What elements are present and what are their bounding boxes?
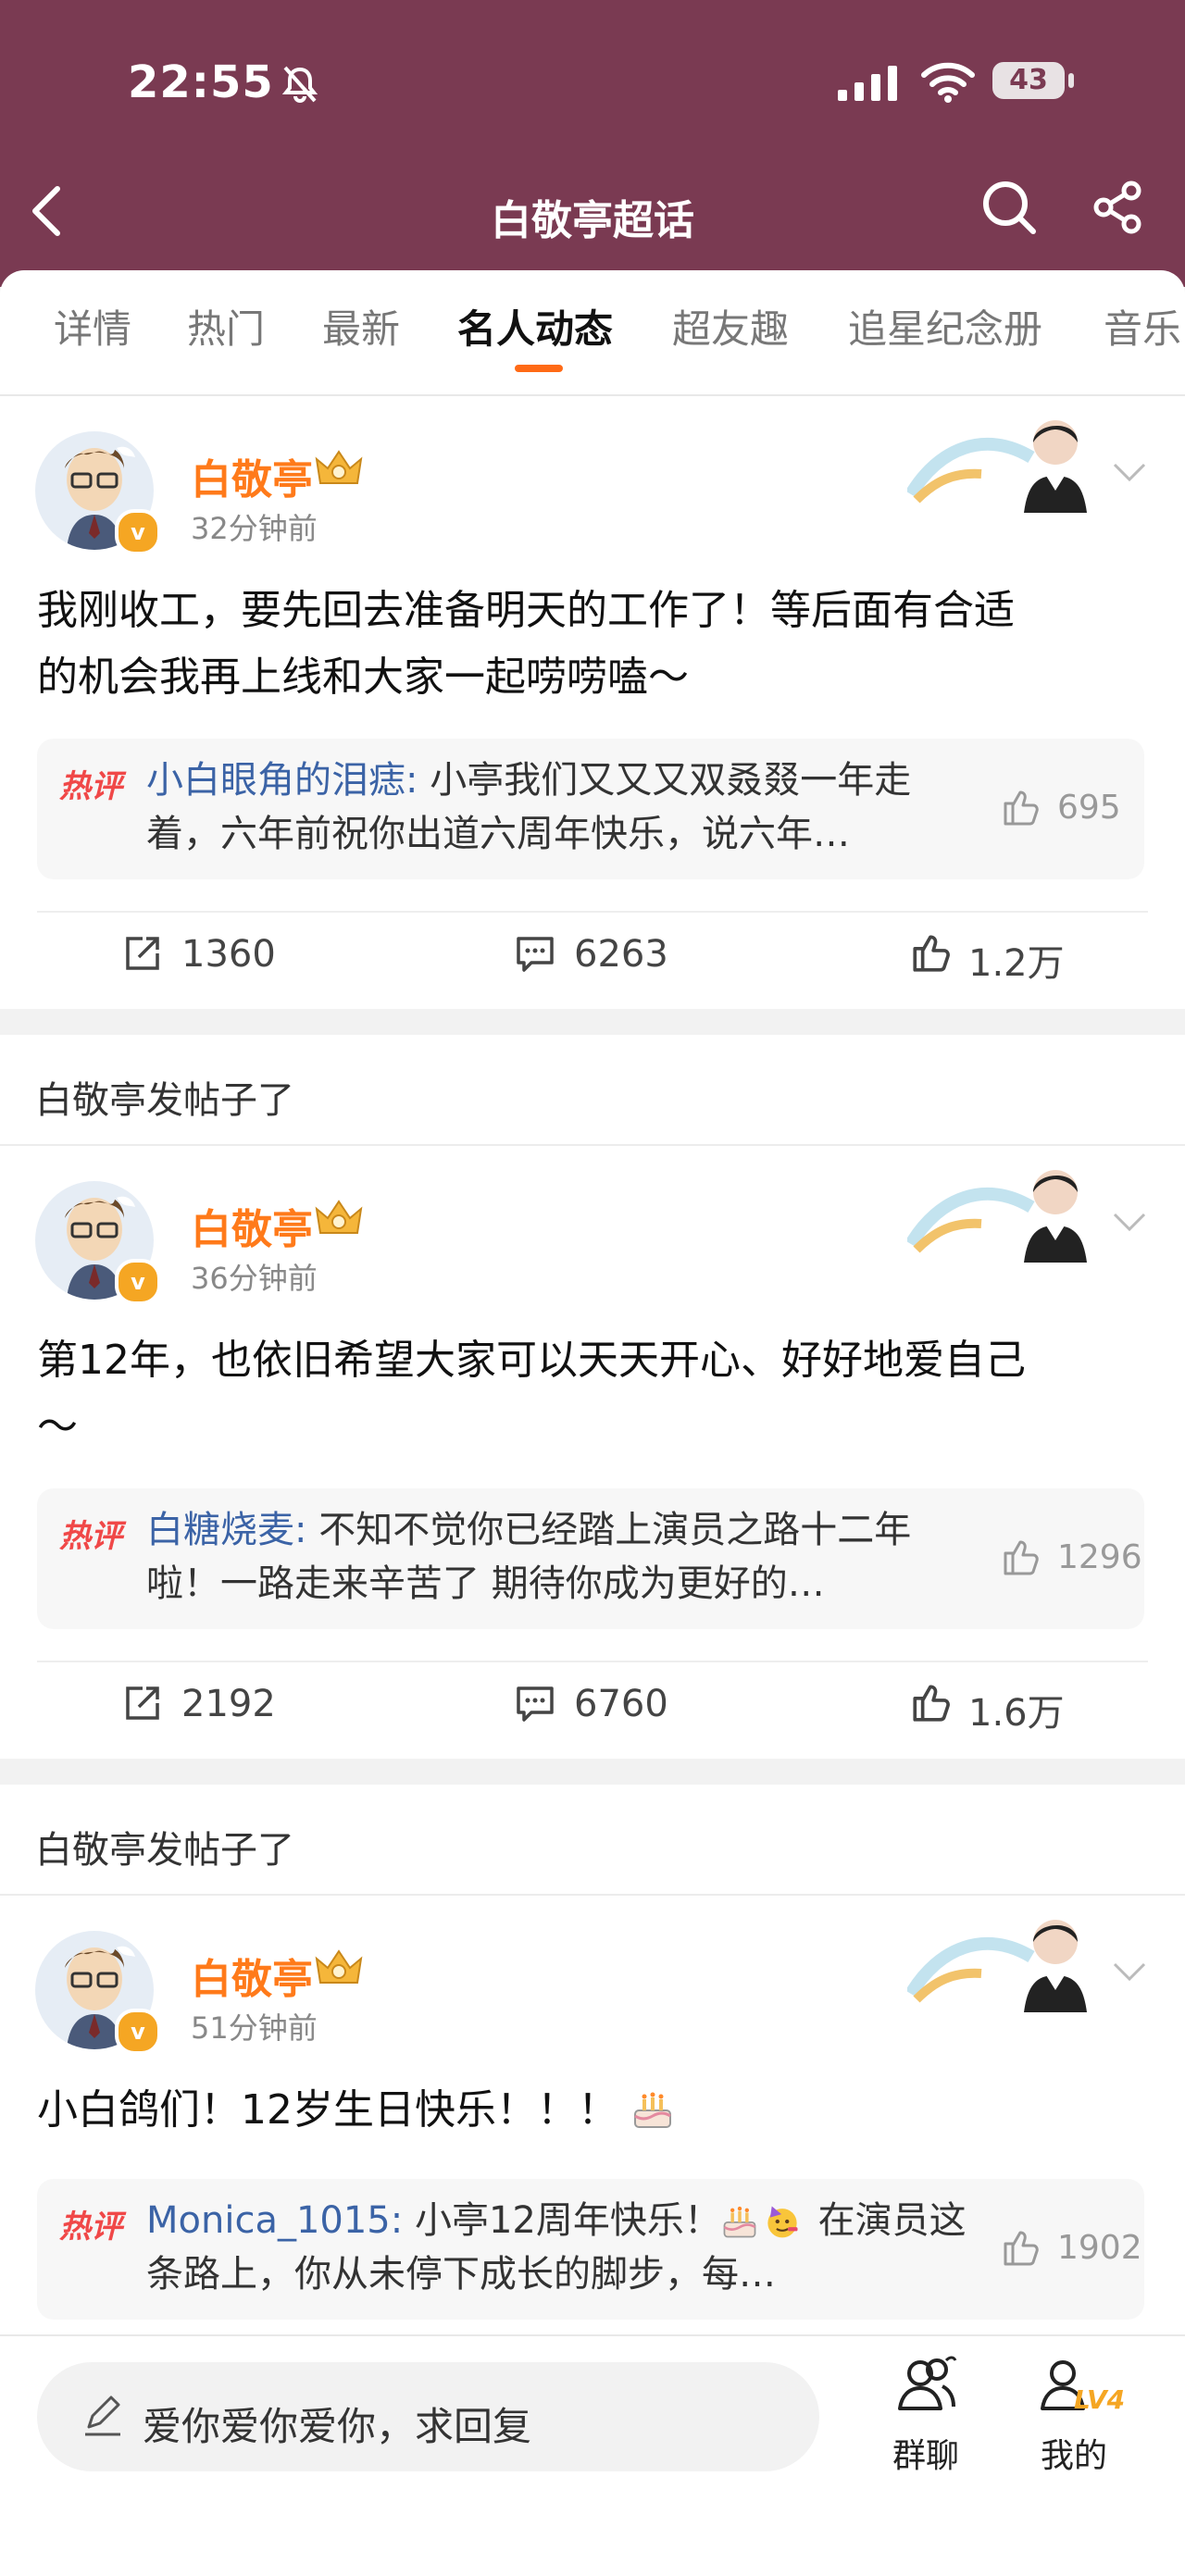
battery-tip	[1068, 73, 1074, 88]
section-label-text: 白敬亭发帖子了	[35, 1829, 294, 1872]
tab-hot[interactable]: 热门	[187, 298, 265, 355]
comment-icon[interactable]	[515, 933, 555, 977]
status-bar: 22:55 43	[0, 51, 1185, 125]
status-time: 22:55	[128, 56, 274, 108]
tab-music[interactable]: 音乐	[1104, 298, 1181, 355]
party-face-icon	[764, 2201, 806, 2244]
tab-details[interactable]: 详情	[54, 298, 131, 355]
crown-badge-icon[interactable]	[313, 448, 365, 492]
repost-count[interactable]: 2192	[181, 1683, 276, 1725]
reply-placeholder: 爱你爱你爱你，求回复	[143, 2404, 532, 2449]
tab-latest[interactable]: 最新	[322, 298, 400, 355]
bottom-bar: 爱你爱你爱你，求回复 群聊 LV4 我的	[0, 2334, 1185, 2576]
crown-badge-icon[interactable]	[313, 1198, 365, 1242]
group-chat-label[interactable]: 群聊	[892, 2429, 959, 2477]
post-text: 小白鸽们！12岁生日快乐！！！	[37, 2077, 1157, 2144]
post-time: 51分钟前	[191, 2010, 318, 2046]
tab-fan-album[interactable]: 追星纪念册	[848, 298, 1042, 355]
hot-comment-user[interactable]: 小白眼角的泪痣:	[146, 759, 418, 802]
author-name[interactable]: 白敬亭	[191, 1196, 313, 1255]
like-icon[interactable]	[909, 1681, 952, 1727]
hot-comment-like-count: 1902	[1057, 2229, 1142, 2267]
hot-comment[interactable]: 热评 白糖烧麦: 不知不觉你已经踏上演员之路十二年啦！一路走来辛苦了 期待你成为…	[37, 1488, 1144, 1629]
hot-comment[interactable]: 热评 小白眼角的泪痣: 小亭我们又又又双叒叕一年走着，六年前祝你出道六周年快乐，…	[37, 739, 1144, 879]
hot-comment-text: Monica_1015: 小亭12周年快乐！ 在演员这条路上，你从未停下成长的脚…	[146, 2194, 979, 2301]
group-chat-button[interactable]	[889, 2353, 963, 2421]
post-card: v 白敬亭 36分钟前 第12年，也依旧希望大家可以天天开心、好好地爱自己 ～ …	[0, 1146, 1185, 1759]
post-text-line: 第12年，也依旧希望大家可以天天开心、好好地爱自己	[37, 1337, 1026, 1384]
post-text: 第12年，也依旧希望大家可以天天开心、好好地爱自己 ～	[37, 1327, 1157, 1461]
hot-comment-user[interactable]: Monica_1015:	[146, 2199, 403, 2242]
post-card: v 白敬亭 51分钟前 小白鸽们！12岁生日快乐！！！ 热评 Monica_10…	[0, 1896, 1185, 2340]
mute-bell-icon	[280, 64, 320, 108]
share-icon[interactable]	[1091, 180, 1146, 239]
author-name[interactable]: 白敬亭	[191, 446, 313, 505]
decoration-card-icon[interactable]	[904, 1161, 1092, 1266]
post-text-line: 小白鸽们！12岁生日快乐！！！	[37, 2086, 618, 2134]
verified-badge-icon: v	[115, 1259, 161, 1305]
hot-comment-tag: 热评	[59, 1518, 122, 1555]
post-text-line: 的机会我再上线和大家一起唠唠嗑～	[37, 653, 689, 701]
chevron-down-icon[interactable]	[1111, 1211, 1148, 1237]
thumbs-up-icon[interactable]	[1000, 2227, 1041, 2271]
verified-badge-icon: v	[115, 509, 161, 555]
profile-label[interactable]: 我的	[1041, 2429, 1107, 2477]
cellular-signal-icon	[838, 64, 899, 105]
post-time: 36分钟前	[191, 1261, 318, 1296]
search-icon[interactable]	[979, 178, 1039, 241]
post-time: 32分钟前	[191, 511, 318, 546]
hot-comment-like-count: 695	[1057, 789, 1121, 827]
hot-comment[interactable]: 热评 Monica_1015: 小亭12周年快乐！ 在演员这条路上，你从未停下成…	[37, 2179, 1144, 2320]
topic-tabs: 详情 热门 最新 名人动态 超友趣 追星纪念册 音乐	[0, 270, 1185, 396]
hot-comment-tag: 热评	[59, 768, 122, 805]
hot-comment-text: 白糖烧麦: 不知不觉你已经踏上演员之路十二年啦！一路走来辛苦了 期待你成为更好的…	[146, 1503, 979, 1611]
nav-bar: 白敬亭超话	[0, 167, 1185, 259]
post-card: v 白敬亭 32分钟前 我刚收工，要先回去准备明天的工作了！等后面有合适 的机会…	[0, 396, 1185, 1009]
comment-count[interactable]: 6263	[574, 933, 668, 976]
thumbs-up-icon[interactable]	[1000, 1537, 1041, 1581]
chevron-down-icon[interactable]	[1111, 1960, 1148, 1986]
section-label: 白敬亭发帖子了	[0, 1035, 1185, 1146]
divider	[37, 1661, 1148, 1662]
like-icon[interactable]	[909, 931, 952, 977]
crown-badge-icon[interactable]	[313, 1948, 365, 1992]
hot-comment-user[interactable]: 白糖烧麦:	[146, 1509, 306, 1551]
repost-icon[interactable]	[122, 1683, 163, 1727]
repost-icon[interactable]	[122, 933, 163, 977]
hot-comment-like-count: 1296	[1057, 1538, 1142, 1576]
app-header: 22:55 43 白敬亭超话	[0, 0, 1185, 287]
chevron-down-icon[interactable]	[1111, 461, 1148, 487]
hot-comment-tag: 热评	[59, 2209, 122, 2246]
active-tab-indicator	[515, 365, 563, 372]
decoration-card-icon[interactable]	[904, 411, 1092, 516]
pencil-icon	[81, 2396, 124, 2447]
divider	[37, 911, 1148, 913]
reply-input[interactable]: 爱你爱你爱你，求回复	[37, 2362, 819, 2471]
like-count[interactable]: 1.2万	[968, 933, 1065, 987]
author-name[interactable]: 白敬亭	[191, 1946, 313, 2005]
comment-count[interactable]: 6760	[574, 1683, 668, 1725]
section-label: 白敬亭发帖子了	[0, 1785, 1185, 1896]
birthday-cake-icon	[721, 2201, 764, 2244]
like-count[interactable]: 1.6万	[968, 1683, 1065, 1736]
decoration-card-icon[interactable]	[904, 1910, 1092, 2016]
tab-fan-fun[interactable]: 超友趣	[672, 298, 789, 355]
repost-count[interactable]: 1360	[181, 933, 276, 976]
tab-celebrity-updates[interactable]: 名人动态	[457, 298, 613, 355]
section-label-text: 白敬亭发帖子了	[35, 1079, 294, 1122]
post-text: 我刚收工，要先回去准备明天的工作了！等后面有合适 的机会我再上线和大家一起唠唠嗑…	[37, 578, 1157, 711]
wifi-icon	[921, 60, 975, 106]
comment-icon[interactable]	[515, 1683, 555, 1727]
post-text-line: ～	[37, 1403, 78, 1450]
post-text-line: 我刚收工，要先回去准备明天的工作了！等后面有合适	[37, 587, 1015, 634]
thumbs-up-icon[interactable]	[1000, 787, 1041, 831]
level-badge: LV4	[1074, 2384, 1126, 2415]
verified-badge-icon: v	[115, 2009, 161, 2055]
birthday-cake-icon	[631, 2084, 674, 2128]
hot-comment-text: 小白眼角的泪痣: 小亭我们又又又双叒叕一年走着，六年前祝你出道六周年快乐，说六年…	[146, 753, 979, 861]
battery-indicator: 43	[992, 62, 1065, 99]
hot-comment-body: 小亭12周年快乐！	[403, 2199, 721, 2242]
